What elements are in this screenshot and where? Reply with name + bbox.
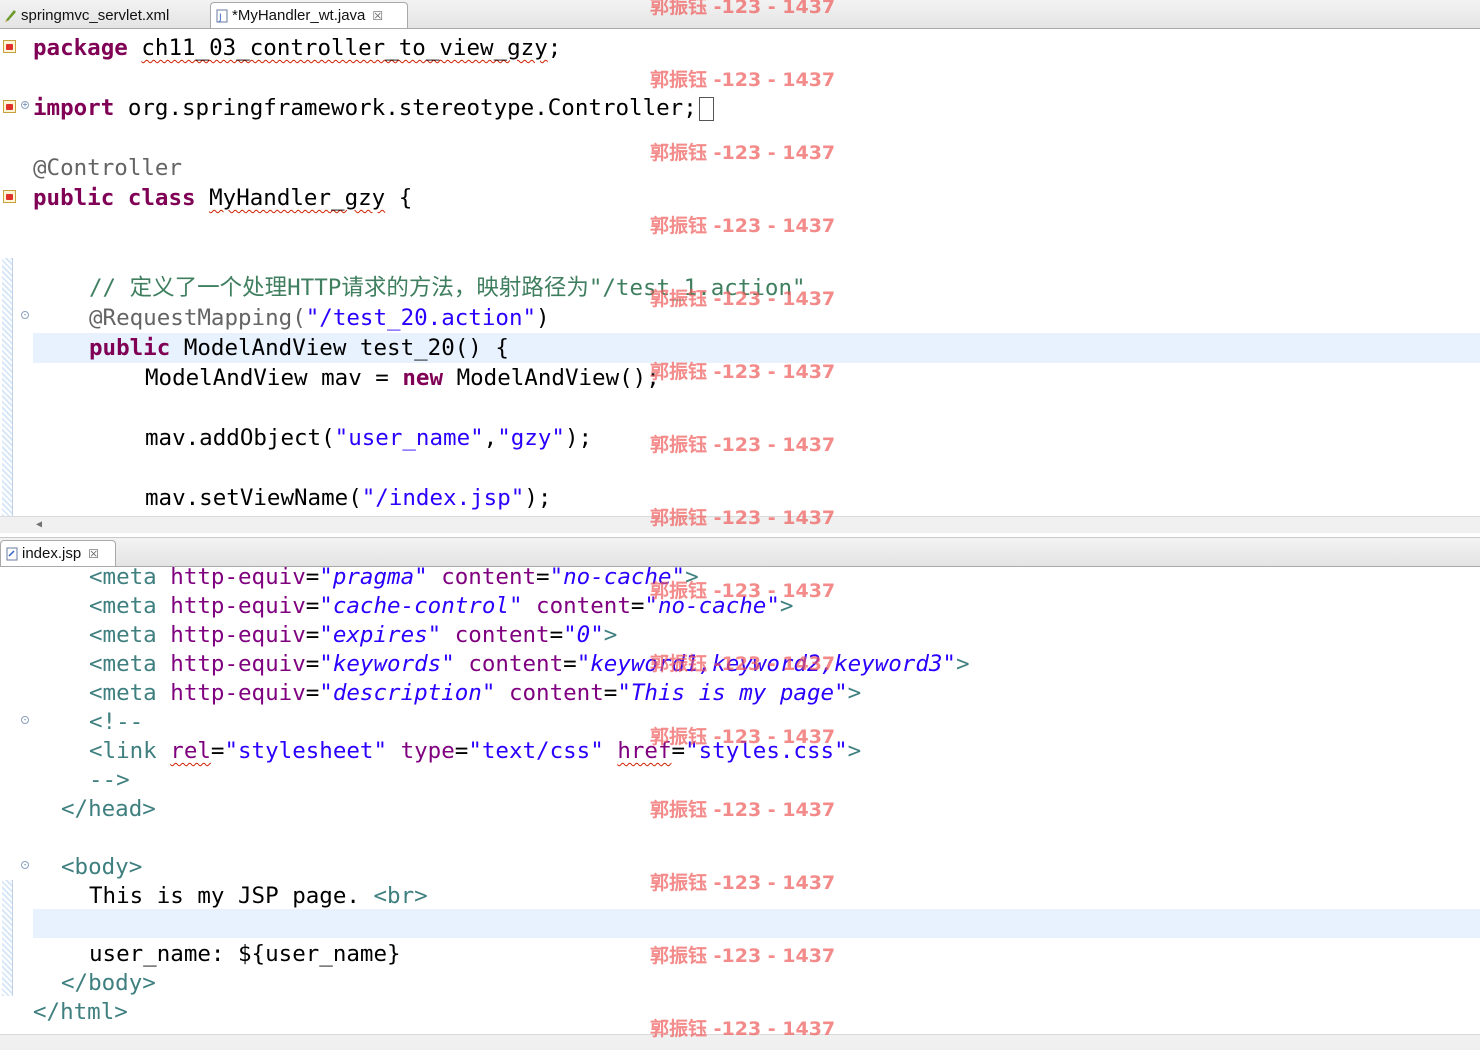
svg-text:J: J [218, 13, 222, 23]
change-indicator-bar [2, 880, 13, 996]
code-line: import org.springframework.stereotype.Co… [33, 93, 714, 123]
meta-tag-line: <meta http-equiv="cache-control" content… [89, 593, 794, 619]
error-marker-icon[interactable] [3, 190, 16, 203]
tab-label: springmvc_servlet.xml [21, 6, 170, 24]
code-line: <body> [61, 854, 143, 880]
folded-block-icon[interactable] [698, 96, 714, 121]
editor-tab-bar: springmvc_servlet.xml J *MyHandler_wt.ja… [0, 0, 1480, 29]
horizontal-scrollbar[interactable] [0, 1034, 1480, 1050]
close-icon[interactable]: ☒ [372, 9, 383, 23]
xml-file-icon [4, 8, 18, 22]
tab-myhandler-java[interactable]: J *MyHandler_wt.java ☒ [210, 2, 408, 28]
code-line: mav.setViewName("/index.jsp"); [145, 485, 552, 511]
code-line: <!-- [89, 709, 144, 735]
code-line: public class MyHandler_gzy { [33, 185, 413, 211]
jsp-file-icon [5, 547, 19, 561]
meta-tag-line: <meta http-equiv="expires" content="0"> [89, 622, 618, 648]
jsp-editor-pane: index.jsp ☒ - - <!-- <link rel="styleshe… [0, 537, 1480, 1050]
code-line: package ch11_03_controller_to_view_gzy; [33, 35, 562, 61]
code-line: This is my JSP page. <br> [89, 883, 428, 909]
meta-tag-line: <meta http-equiv="keywords" content="key… [89, 651, 970, 677]
java-code[interactable]: package ch11_03_controller_to_view_gzy; … [33, 33, 806, 511]
code-line: @RequestMapping("/test_20.action") [89, 305, 550, 331]
warning-marker-icon[interactable] [3, 100, 16, 113]
code-line: ModelAndView mav = new ModelAndView(); [145, 365, 660, 391]
code-line: user_name: ${user_name} [89, 941, 401, 967]
code-line: @Controller [33, 155, 183, 181]
scroll-left-icon[interactable]: ◀ [36, 519, 42, 530]
code-line: mav.addObject("user_name","gzy"); [145, 425, 593, 451]
code-line: <link rel="stylesheet" type="text/css" h… [89, 738, 862, 764]
code-line: public ModelAndView test_20() { [89, 335, 509, 361]
horizontal-scrollbar[interactable]: ◀ [0, 516, 1480, 533]
code-line: </body> [61, 970, 156, 996]
code-line: </html> [33, 999, 128, 1025]
tab-label: *MyHandler_wt.java [232, 7, 366, 24]
tab-springmvc-servlet-xml[interactable]: springmvc_servlet.xml [0, 2, 206, 28]
fold-collapse-icon[interactable]: - [21, 861, 29, 869]
current-line-highlight [33, 909, 1480, 938]
code-comment: // 定义了一个处理HTTP请求的方法，映射路径为"/test_1.action… [89, 275, 806, 301]
jsp-code[interactable]: <!-- <link rel="stylesheet" type="text/c… [33, 562, 970, 1025]
java-file-icon: J [215, 9, 229, 23]
code-line: </head> [61, 796, 156, 822]
fold-collapse-icon[interactable]: - [21, 311, 29, 319]
change-indicator-bar [2, 258, 13, 516]
fold-collapse-icon[interactable]: - [21, 716, 29, 724]
java-editor-pane: springmvc_servlet.xml J *MyHandler_wt.ja… [0, 0, 1480, 533]
meta-tag-line: <meta http-equiv="description" content="… [89, 680, 862, 706]
meta-tag-line: <meta http-equiv="pragma" content="no-ca… [89, 564, 699, 590]
close-icon[interactable]: ☒ [88, 547, 99, 561]
code-line: --> [89, 767, 130, 793]
fold-expand-icon[interactable]: + [21, 101, 29, 109]
tab-label: index.jsp [22, 545, 82, 562]
error-marker-icon[interactable] [3, 40, 16, 53]
